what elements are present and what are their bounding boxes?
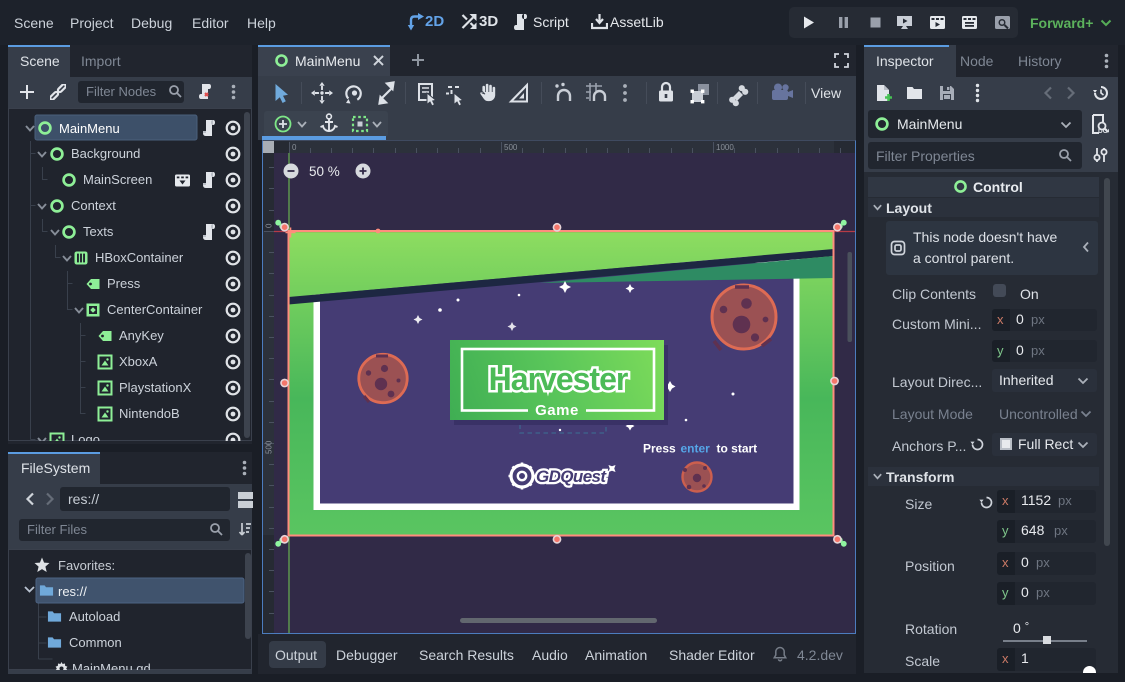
- svg-text:0: 0: [292, 143, 297, 152]
- svg-text:DOC: DOC: [1098, 128, 1109, 134]
- svg-text:50 %: 50 %: [309, 164, 340, 179]
- svg-text:1000: 1000: [716, 143, 734, 152]
- svg-text:500: 500: [504, 143, 518, 152]
- svg-text:0: 0: [265, 223, 274, 228]
- svg-text:500: 500: [265, 440, 274, 454]
